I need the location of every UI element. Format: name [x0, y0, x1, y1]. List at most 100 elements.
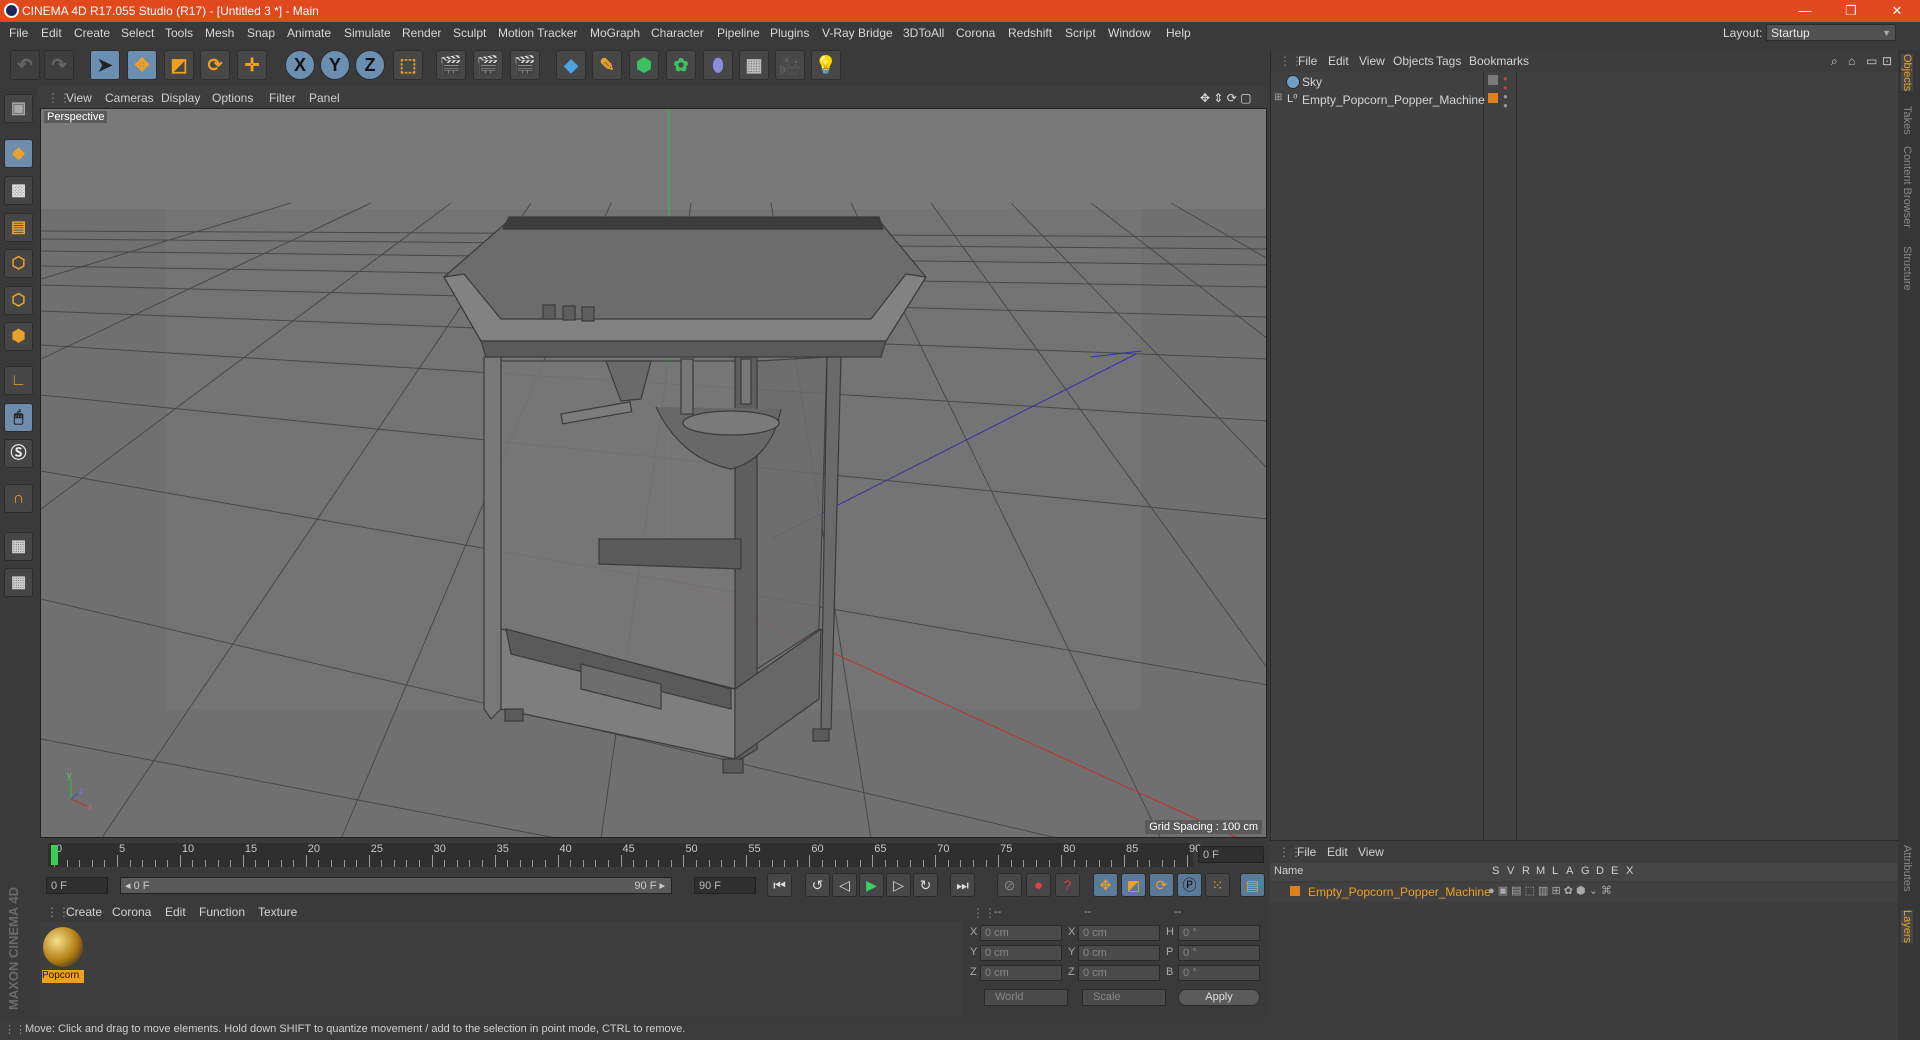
objects-menu-objects[interactable]: Objects	[1393, 54, 1434, 68]
menu-vray-bridge[interactable]: V-Ray Bridge	[822, 26, 893, 40]
rotation-h-field[interactable]: 0 °	[1178, 925, 1260, 941]
column-solo[interactable]: S	[1492, 865, 1499, 877]
menu-edit[interactable]: Edit	[41, 26, 62, 40]
menu-create[interactable]: Create	[74, 26, 110, 40]
tab-attributes[interactable]: Attributes	[1901, 845, 1913, 891]
column-visible[interactable]: V	[1507, 865, 1514, 877]
viewport-navigate-icons[interactable]: ✥ ⇕ ⟳ ▢	[1200, 91, 1252, 105]
objects-menu-bookmarks[interactable]: Bookmarks	[1469, 54, 1529, 68]
texture-mode-button[interactable]: ▩	[4, 176, 33, 205]
expand-icon[interactable]: ⊡	[1882, 54, 1892, 68]
timeline[interactable]: 0 5 10 15 20 25 30 35 40 45 50 55 60 65 70 75 80 85 90 0 F	[40, 840, 1267, 870]
size-x-field[interactable]: 0 cm	[1078, 925, 1160, 941]
layers-menu-view[interactable]: View	[1358, 845, 1384, 859]
rotation-p-field[interactable]: 0 °	[1178, 945, 1260, 961]
layer-flag-icons[interactable]: ● ▣ ▤ ⬚ ▥ ⊞ ✿ ⬢ ⌄ ⌘	[1488, 884, 1612, 897]
record-keys-button[interactable]: ⊘	[997, 873, 1022, 897]
column-expressions[interactable]: E	[1611, 865, 1618, 877]
locked-workplane-button[interactable]: ▦	[4, 532, 33, 561]
viewport-menu-filter[interactable]: Filter	[269, 91, 296, 105]
column-name[interactable]: Name	[1274, 865, 1303, 877]
tag-icon[interactable]	[1488, 75, 1498, 85]
size-z-field[interactable]: 0 cm	[1078, 965, 1160, 981]
render-view-button[interactable]: 🎬	[436, 50, 466, 80]
model-mode-button[interactable]: ◆	[4, 139, 33, 168]
magnet-button[interactable]: ∩	[4, 484, 33, 513]
size-y-field[interactable]: 0 cm	[1078, 945, 1160, 961]
layers-menu-file[interactable]: File	[1297, 845, 1316, 859]
axis-mode-button[interactable]: ∟	[4, 366, 33, 395]
cloner-button[interactable]: ✿	[666, 50, 696, 80]
autokey-button[interactable]: ?	[1055, 873, 1080, 897]
new-window-icon[interactable]: ▭	[1866, 54, 1877, 68]
menu-mesh[interactable]: Mesh	[205, 26, 234, 40]
column-manager[interactable]: M	[1536, 865, 1545, 877]
viewport-menu-panel[interactable]: Panel	[309, 91, 340, 105]
menu-select[interactable]: Select	[121, 26, 154, 40]
column-render[interactable]: R	[1522, 865, 1530, 877]
timeline-window-button[interactable]: ▤	[1240, 873, 1265, 897]
next-key-button[interactable]: ↻	[913, 873, 938, 897]
rotation-b-field[interactable]: 0 °	[1178, 965, 1260, 981]
subdivision-surface-button[interactable]: ⬢	[629, 50, 659, 80]
menu-help[interactable]: Help	[1166, 26, 1191, 40]
edges-mode-button[interactable]: ⬡	[4, 286, 33, 315]
playhead-marker[interactable]	[51, 845, 58, 865]
position-z-field[interactable]: 0 cm	[980, 965, 1062, 981]
cube-primitive-button[interactable]: ◆	[556, 50, 586, 80]
layer-name[interactable]: Empty_Popcorn_Popper_Machine	[1308, 885, 1491, 899]
snap-button[interactable]: Ⓢ	[4, 439, 33, 468]
restore-button[interactable]: ❐	[1828, 0, 1874, 22]
layout-select[interactable]: Startup ▼	[1766, 24, 1896, 41]
material-swatch-popcorn[interactable]: Popcorn	[42, 926, 84, 983]
key-pla-button[interactable]: ⁙	[1205, 873, 1230, 897]
light-button[interactable]: 💡	[811, 50, 841, 80]
tweak-mode-button[interactable]: 🖱	[4, 403, 33, 432]
go-to-start-button[interactable]: ⏮	[767, 873, 792, 897]
object-row-popcorn-machine[interactable]: ⊞ L⁰ Empty_Popcorn_Popper_Machine ● ●	[1271, 90, 1899, 110]
viewport-menu-view[interactable]: View	[66, 91, 92, 105]
menu-simulate[interactable]: Simulate	[344, 26, 391, 40]
objects-menu-view[interactable]: View	[1359, 54, 1385, 68]
menu-file[interactable]: File	[9, 26, 28, 40]
menu-sculpt[interactable]: Sculpt	[453, 26, 486, 40]
layers-menu-edit[interactable]: Edit	[1327, 845, 1348, 859]
material-menu-texture[interactable]: Texture	[258, 905, 297, 919]
column-deformers[interactable]: D	[1596, 865, 1604, 877]
polygons-mode-button[interactable]: ⬢	[4, 322, 33, 351]
end-frame-field[interactable]: 90 F	[694, 877, 756, 894]
timeline-ruler[interactable]: 0 5 10 15 20 25 30 35 40 45 50 55 60 65 70 75 80 85 90	[48, 843, 1201, 867]
column-generators[interactable]: G	[1581, 865, 1590, 877]
material-menu-create[interactable]: Create	[66, 905, 102, 919]
current-frame-field[interactable]: 0 F	[1198, 846, 1264, 863]
start-frame-field[interactable]: 0 F	[46, 877, 108, 894]
floor-button[interactable]: ▦	[739, 50, 769, 80]
key-scale-button[interactable]: ◩	[1121, 873, 1146, 897]
position-x-field[interactable]: 0 cm	[980, 925, 1062, 941]
camera-label[interactable]: Perspective	[44, 111, 108, 123]
key-rotation-button[interactable]: ⟳	[1149, 873, 1174, 897]
lock-y-axis-button[interactable]: Y	[320, 50, 350, 80]
next-frame-button[interactable]: ▷	[886, 873, 911, 897]
3d-viewport[interactable]: y z x Perspective Grid Spacing : 100 cm	[40, 108, 1267, 838]
column-locked[interactable]: L	[1552, 865, 1558, 877]
layer-color-swatch[interactable]	[1290, 886, 1300, 896]
menu-character[interactable]: Character	[651, 26, 704, 40]
spline-pen-button[interactable]: ✎	[592, 50, 622, 80]
planar-workplane-button[interactable]: ▦	[4, 568, 33, 597]
objects-menu-file[interactable]: File	[1298, 54, 1317, 68]
render-picture-viewer-button[interactable]: 🎬	[473, 50, 503, 80]
close-button[interactable]: ✕	[1874, 0, 1920, 22]
viewport-menu-options[interactable]: Options	[212, 91, 253, 105]
transform-tool-button[interactable]: ✛	[237, 50, 267, 80]
layer-row[interactable]: Empty_Popcorn_Popper_Machine ● ▣ ▤ ⬚ ▥ ⊞…	[1270, 883, 1898, 901]
search-icon[interactable]: ⌕	[1831, 54, 1838, 69]
key-position-button[interactable]: ✥	[1093, 873, 1118, 897]
menu-render[interactable]: Render	[402, 26, 441, 40]
menu-corona[interactable]: Corona	[956, 26, 995, 40]
undo-button[interactable]: ↶	[10, 50, 40, 80]
menu-motion-tracker[interactable]: Motion Tracker	[498, 26, 577, 40]
go-to-end-button[interactable]: ⏭	[950, 873, 975, 897]
previous-key-button[interactable]: ↺	[805, 873, 830, 897]
object-row-sky[interactable]: Sky ● ●	[1271, 72, 1899, 92]
